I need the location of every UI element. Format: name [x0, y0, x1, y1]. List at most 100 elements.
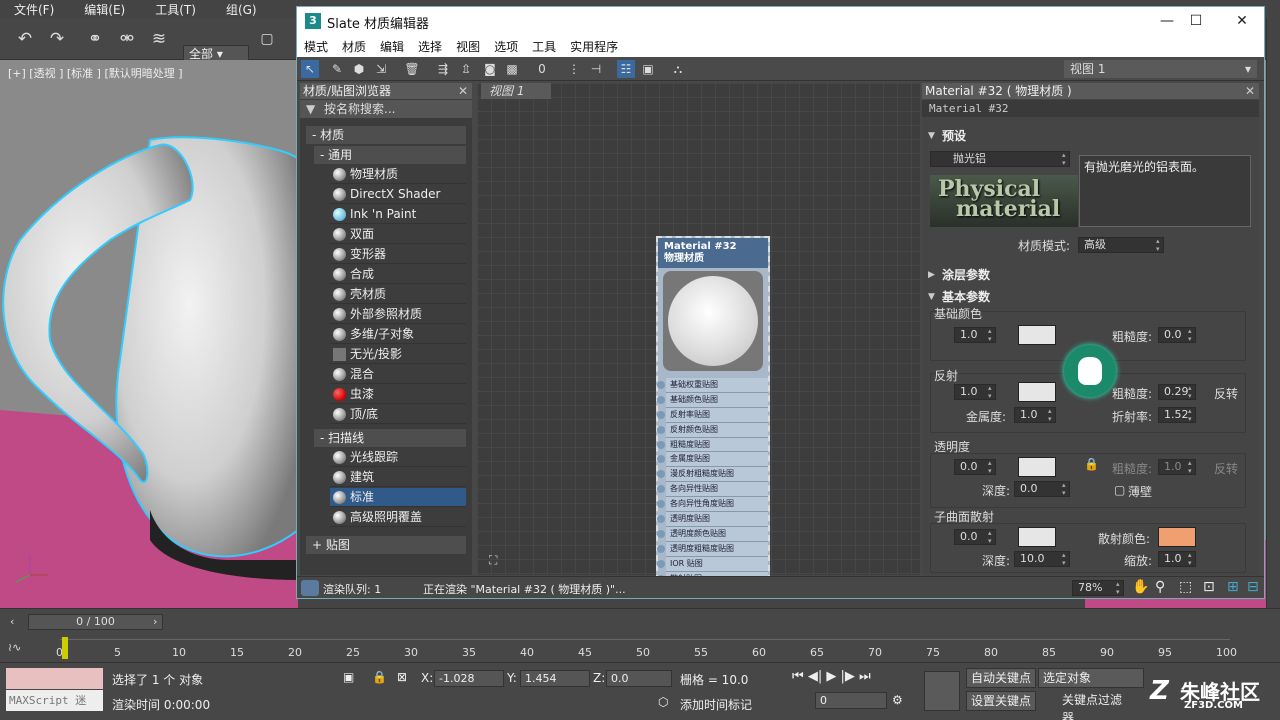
- material-item[interactable]: 外部参照材质: [330, 305, 466, 324]
- slate-menu-utilities[interactable]: 实用程序: [570, 38, 618, 55]
- set-key-big-button[interactable]: [924, 671, 960, 711]
- material-item[interactable]: 多维/子对象: [330, 325, 466, 344]
- auto-key-button[interactable]: 自动关键点: [966, 668, 1037, 688]
- scanline-item[interactable]: 标准: [330, 488, 466, 507]
- node-input-slot[interactable]: 各向异性贴图: [657, 482, 768, 498]
- scanline-item[interactable]: 建筑: [330, 468, 466, 487]
- close-icon[interactable]: ✕: [1245, 83, 1255, 99]
- sss-weight-spinner[interactable]: 0.0: [954, 529, 996, 545]
- link-icon[interactable]: ⚭: [84, 28, 106, 50]
- node-input-slot[interactable]: 粗糙度贴图: [657, 437, 768, 453]
- move-children-icon[interactable]: ⇶: [434, 60, 452, 78]
- maxscript-listener[interactable]: [6, 668, 103, 689]
- refl-weight-spinner[interactable]: 1.0: [954, 384, 996, 400]
- base-roughness-spinner[interactable]: 0.0: [1158, 327, 1196, 343]
- sss-color-swatch[interactable]: [1018, 527, 1056, 547]
- node-input-slot[interactable]: IOR 贴图: [657, 556, 768, 572]
- node-input-slot[interactable]: 金属度贴图: [657, 452, 768, 468]
- maxscript-mini-listener[interactable]: MAXScript 迷: [6, 690, 103, 711]
- material-item[interactable]: DirectX Shader: [330, 185, 466, 204]
- reflection-color-swatch[interactable]: [1018, 382, 1056, 402]
- slate-titlebar[interactable]: 3 Slate 材质编辑器 — ☐ ✕: [297, 7, 1264, 35]
- view-tab[interactable]: 视图 1: [481, 83, 551, 99]
- curve-editor-icon[interactable]: ≀∿: [8, 641, 21, 654]
- refl-roughness-spinner[interactable]: 0.29: [1158, 384, 1196, 400]
- browser-toggle-icon[interactable]: ☷: [617, 60, 635, 78]
- assign-material-icon[interactable]: ⇲: [372, 60, 390, 78]
- node-input-slot[interactable]: 漫反射粗糙度贴图: [657, 467, 768, 483]
- key-mode-dropdown[interactable]: 选定对象: [1038, 668, 1144, 688]
- layout-all-icon[interactable]: ⋮: [565, 60, 583, 78]
- background-icon[interactable]: ▩: [503, 60, 521, 78]
- trans-invert-label[interactable]: 反转: [1214, 460, 1238, 477]
- material-item[interactable]: 混合: [330, 365, 466, 384]
- material-id-icon[interactable]: 0: [533, 60, 551, 78]
- slate-menu-select[interactable]: 选择: [418, 38, 442, 55]
- next-key-icon[interactable]: |▶: [841, 669, 855, 684]
- zoom-region-icon[interactable]: ⬚: [1179, 579, 1192, 595]
- show-map-icon[interactable]: ◙: [481, 60, 499, 78]
- pan-hand-icon[interactable]: ✋: [1132, 579, 1149, 595]
- trans-weight-spinner[interactable]: 0.0: [954, 459, 996, 475]
- select-tool-icon[interactable]: ↖: [301, 60, 319, 78]
- ior-spinner[interactable]: 1.52: [1158, 407, 1196, 423]
- select-by-material-icon[interactable]: ⛬: [669, 60, 687, 78]
- node-header[interactable]: Material #32 物理材质: [658, 238, 768, 268]
- goto-start-icon[interactable]: ⏮: [792, 669, 804, 684]
- command-panel-strip[interactable]: [1266, 18, 1280, 608]
- node-input-slot[interactable]: 反射率贴图: [657, 407, 768, 423]
- key-filters-button[interactable]: 关键点过滤器...: [1058, 691, 1144, 720]
- lock-icon[interactable]: 🔒: [1084, 457, 1099, 471]
- undo-icon[interactable]: ↶: [14, 28, 36, 50]
- slate-menu-options[interactable]: 选项: [494, 38, 518, 55]
- hide-unused-icon[interactable]: ⇫: [457, 60, 475, 78]
- timeline-track[interactable]: 0 5 10 15 20 25 30 35 40 45 50 55 60 65 70 75 80 85 90 95 10…: [56, 639, 1237, 661]
- close-icon[interactable]: ✕: [1232, 11, 1252, 31]
- category-maps[interactable]: + 贴图: [306, 536, 466, 554]
- bind-spacewarp-icon[interactable]: ≋: [148, 28, 170, 50]
- category-materials[interactable]: - 材质: [306, 126, 466, 144]
- add-time-tag-button[interactable]: 添加时间标记: [680, 696, 752, 713]
- perspective-viewport[interactable]: [+] [透视 ] [标准 ] [默认明暗处理 ]: [0, 60, 298, 608]
- transparency-color-swatch[interactable]: [1018, 457, 1056, 477]
- preset-dropdown[interactable]: 抛光铝: [930, 151, 1070, 167]
- material-name-field[interactable]: Material #32: [922, 100, 1259, 117]
- base-weight-spinner[interactable]: 1.0: [954, 327, 996, 343]
- y-coordinate-field[interactable]: 1.454: [520, 670, 590, 687]
- z-coordinate-field[interactable]: 0.0: [606, 670, 672, 687]
- rollout-coating[interactable]: 涂层参数: [922, 267, 1259, 284]
- zoom-all-icon[interactable]: ⊟: [1247, 579, 1259, 595]
- minimize-icon[interactable]: —: [1157, 11, 1177, 31]
- unlink-icon[interactable]: ⚮: [116, 28, 138, 50]
- time-config-icon[interactable]: ⚙: [892, 693, 903, 707]
- node-input-slot[interactable]: 基础权重贴图: [657, 378, 768, 393]
- menu-file[interactable]: 文件(F): [14, 1, 54, 18]
- trans-roughness-spinner[interactable]: 1.0: [1158, 459, 1196, 475]
- material-item[interactable]: 无光/投影: [330, 345, 466, 364]
- browser-search-input[interactable]: ▼ 按名称搜索...: [300, 100, 472, 118]
- invert-label[interactable]: 反转: [1214, 385, 1238, 402]
- zoom-extents-selected-icon[interactable]: ⊞: [1227, 579, 1239, 595]
- x-coordinate-field[interactable]: -1.028: [434, 670, 504, 687]
- prev-key-icon[interactable]: ◀|: [808, 669, 822, 684]
- material-item[interactable]: 物理材质: [330, 165, 466, 184]
- eyedropper-icon[interactable]: ✎: [328, 60, 346, 78]
- slate-menu-mode[interactable]: 模式: [304, 38, 328, 55]
- goto-end-icon[interactable]: ⏭: [859, 669, 871, 684]
- material-item[interactable]: 虫漆: [330, 385, 466, 404]
- current-frame-field[interactable]: 0: [815, 692, 887, 709]
- zoom-icon[interactable]: ⚲: [1155, 579, 1165, 595]
- node-input-slot[interactable]: 透明度颜色贴图: [657, 526, 768, 542]
- node-input-slot[interactable]: 各向异性角度贴图: [657, 497, 768, 513]
- triangle-down-icon[interactable]: ▼: [306, 100, 315, 118]
- slate-menu-tools[interactable]: 工具: [532, 38, 556, 55]
- render-queue-icon[interactable]: [301, 580, 319, 596]
- sss-depth-spinner[interactable]: 10.0: [1014, 551, 1070, 567]
- node-input-slot[interactable]: 透明度贴图: [657, 512, 768, 527]
- lock-selection-icon[interactable]: 🔒: [372, 670, 387, 684]
- maximize-icon[interactable]: ☐: [1186, 11, 1206, 31]
- scatter-color-swatch[interactable]: [1158, 527, 1196, 547]
- time-slider[interactable]: 0 / 100: [28, 614, 163, 630]
- next-frame-icon[interactable]: ›: [153, 615, 157, 628]
- material-item[interactable]: 合成: [330, 265, 466, 284]
